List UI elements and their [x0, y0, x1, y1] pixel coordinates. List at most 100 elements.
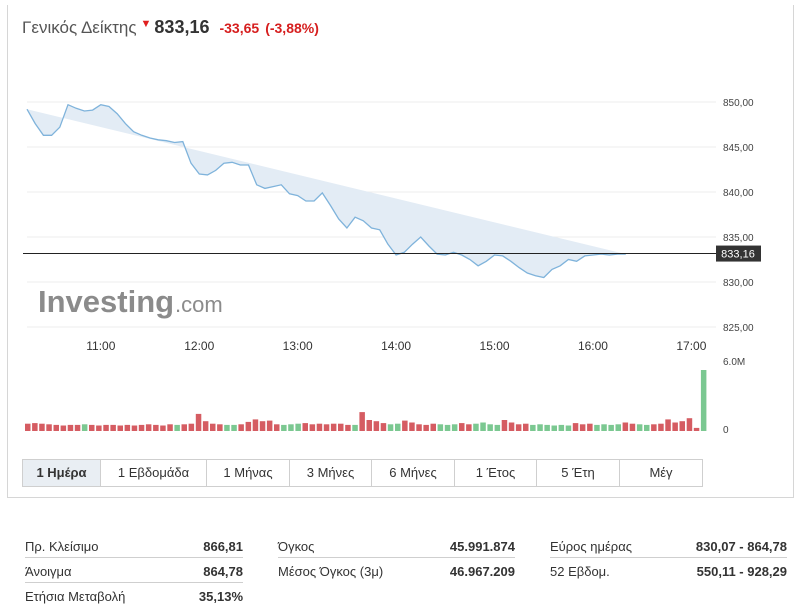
x-tick-label: 11:00: [86, 339, 115, 353]
volume-bar: [217, 424, 223, 431]
range-tab[interactable]: 3 Μήνες: [290, 460, 372, 486]
volume-bar: [103, 424, 109, 431]
volume-bar: [195, 413, 202, 431]
x-tick-label: 16:00: [578, 339, 608, 353]
volume-bar: [96, 425, 102, 431]
watermark-brand: Investing: [38, 284, 174, 319]
stat-52-week: 52 Εβδομ. 550,11 - 928,29: [550, 561, 787, 582]
volume-bar: [587, 423, 593, 431]
volume-bar: [644, 424, 650, 431]
volume-bar: [309, 424, 316, 431]
volume-bar: [473, 423, 479, 431]
volume-bar: [330, 423, 337, 431]
volume-bar: [138, 424, 145, 431]
volume-bar: [74, 424, 81, 431]
range-tabs: 1 Ημέρα 1 Εβδομάδα 1 Μήνας 3 Μήνες 6 Μήνες 1 …: [22, 459, 703, 487]
volume-bar: [523, 423, 529, 431]
range-tab[interactable]: 1 Έτος: [455, 460, 537, 486]
price-axis: 825,00 830,00 835,00 840,00 845,00 850,00: [723, 98, 754, 334]
volume-bar: [39, 423, 45, 431]
last-price-marker: 833,16: [716, 245, 761, 262]
volume-bar: [359, 412, 365, 431]
volume-bar: [544, 424, 550, 431]
stat-volume: Όγκος 45.991.874: [278, 536, 515, 558]
price-volume-chart[interactable]: Investing .com 833,16 825,00 830,00 835,00…: [8, 5, 793, 450]
volume-bar: [25, 423, 31, 431]
range-tab[interactable]: 1 Μήνας: [207, 460, 290, 486]
volume-bar: [530, 424, 536, 431]
range-tab[interactable]: 5 Έτη: [537, 460, 620, 486]
range-tab[interactable]: 1 Ημέρα: [23, 460, 101, 486]
volume-bar: [494, 424, 501, 431]
volume-bar: [480, 422, 486, 431]
volume-bar: [651, 424, 657, 431]
volume-bar: [345, 424, 351, 431]
volume-bar: [210, 423, 216, 431]
volume-bar: [366, 420, 372, 431]
volume-bar: [188, 423, 195, 431]
volume-bar: [259, 421, 266, 431]
volume-bar: [679, 421, 685, 431]
volume-bar: [338, 423, 344, 431]
volume-bar: [693, 427, 700, 431]
range-tab[interactable]: 1 Εβδομάδα: [101, 460, 207, 486]
volume-bar: [46, 424, 52, 431]
volume-bars: [25, 370, 707, 432]
volume-bar: [658, 423, 664, 431]
volume-bar: [551, 425, 557, 431]
stat-label: Ετήσια Μεταβολή: [25, 589, 126, 604]
volume-bar: [60, 425, 67, 431]
volume-bar: [245, 421, 252, 432]
volume-bar: [395, 423, 401, 431]
x-tick-label: 15:00: [480, 339, 510, 353]
volume-bar: [686, 418, 693, 431]
range-tab[interactable]: Μέγ: [620, 460, 702, 486]
stat-value: 35,13%: [198, 589, 243, 604]
volume-bar: [402, 420, 408, 431]
range-tab[interactable]: 6 Μήνες: [372, 460, 455, 486]
volume-bar: [558, 424, 565, 431]
volume-bar: [302, 423, 308, 431]
volume-bar: [295, 423, 301, 431]
stat-label: 52 Εβδομ.: [550, 564, 610, 579]
investing-watermark: Investing .com: [38, 284, 223, 319]
stat-value: 830,07 - 864,78: [695, 539, 787, 554]
x-tick-label: 13:00: [283, 339, 313, 353]
volume-bar: [131, 425, 138, 431]
x-tick-label: 14:00: [381, 339, 411, 353]
volume-bar: [622, 422, 629, 431]
stat-prev-close: Πρ. Κλείσιμο 866,81: [25, 536, 243, 558]
y-tick-label: 850,00: [723, 98, 754, 109]
volume-bar: [266, 420, 273, 431]
volume-bar: [380, 423, 387, 431]
volume-bar: [167, 424, 173, 431]
volume-bar: [181, 424, 187, 431]
watermark-suffix: .com: [175, 292, 223, 317]
volume-bar: [487, 424, 493, 431]
volume-bar: [700, 370, 707, 431]
volume-bar: [202, 421, 209, 431]
stat-label: Μέσος Όγκος (3μ): [278, 564, 384, 579]
volume-bar: [110, 424, 116, 431]
volume-bar: [572, 423, 579, 431]
volume-bar: [323, 424, 330, 431]
time-axis: 11:00 12:00 13:00 14:00 15:00 16:00 17:00: [86, 339, 706, 353]
volume-bar: [409, 422, 415, 431]
stat-value: 46.967.209: [449, 564, 515, 579]
y-tick-label: 830,00: [723, 278, 754, 289]
volume-tick-label: 6.0M: [723, 357, 745, 368]
volume-bar: [174, 424, 180, 431]
stat-day-range: Εύρος ημέρας 830,07 - 864,78: [550, 536, 787, 558]
volume-bar: [665, 419, 671, 431]
stat-value: 550,11 - 928,29: [696, 564, 787, 579]
volume-bar: [238, 424, 244, 431]
volume-bar: [153, 424, 159, 431]
volume-bar: [160, 425, 166, 431]
stat-label: Εύρος ημέρας: [550, 539, 632, 554]
volume-bar: [601, 424, 607, 431]
volume-bar: [53, 424, 59, 431]
stat-label: Όγκος: [278, 539, 315, 554]
volume-bar: [629, 423, 636, 431]
volume-bar: [316, 423, 323, 431]
volume-bar: [373, 421, 380, 431]
